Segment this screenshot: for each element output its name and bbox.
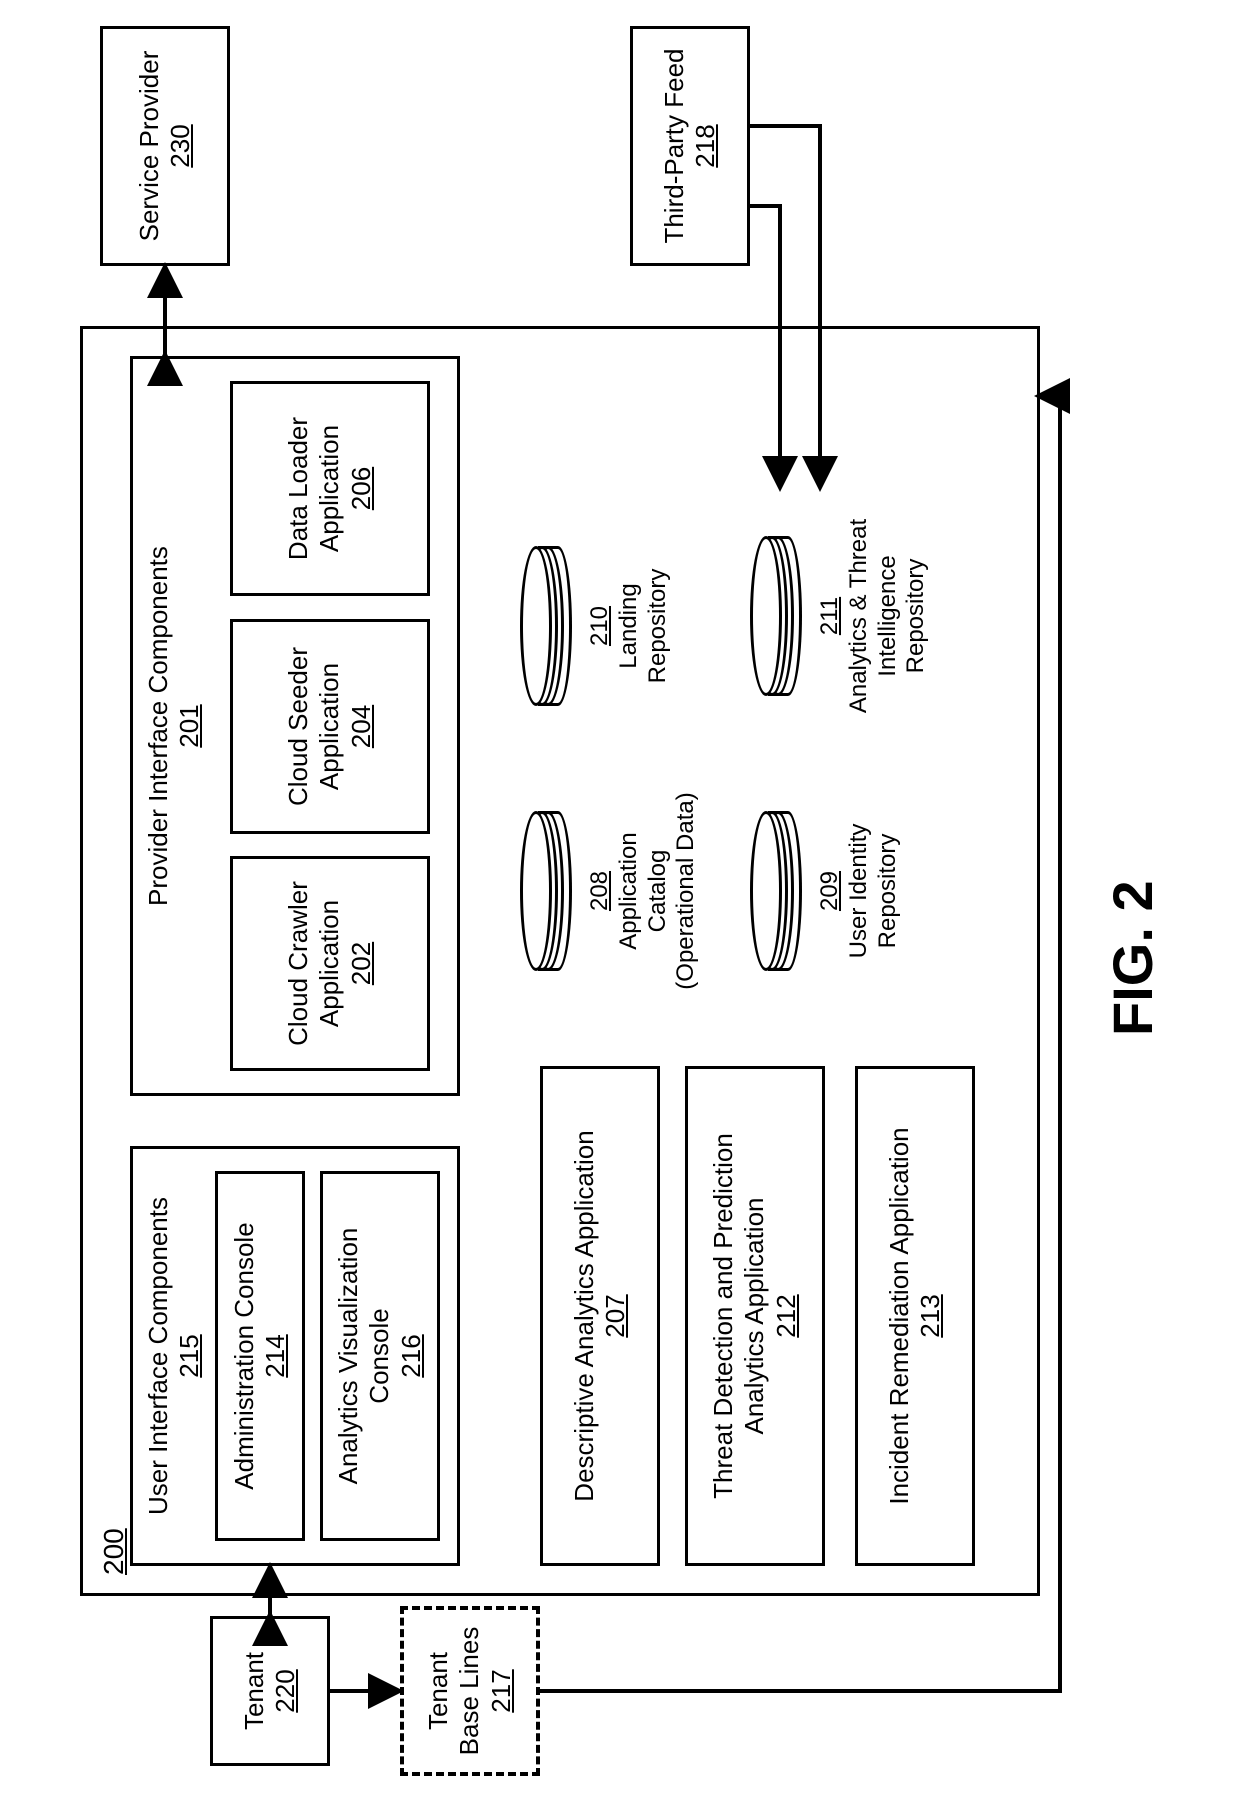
- incident-app: Incident Remediation Application 213: [855, 1066, 975, 1566]
- viz-l2: Console: [364, 1308, 395, 1403]
- sp-num: 230: [165, 124, 196, 167]
- db-identity: 209 User Identity Repository: [750, 776, 902, 1006]
- landing-l2: Repository: [644, 569, 671, 684]
- analytics-l2: Intelligence: [874, 555, 901, 676]
- loader-num: 206: [346, 467, 377, 510]
- crawler-l1: Cloud Crawler: [283, 881, 314, 1046]
- ui-title: User Interface Components: [143, 1197, 173, 1515]
- threat-app: Threat Detection and Prediction Analytic…: [685, 1066, 825, 1566]
- db-catalog: 208 Application Catalog (Operational Dat…: [520, 776, 701, 1006]
- catalog-num: 208: [586, 871, 613, 911]
- seeder-num: 204: [346, 705, 377, 748]
- landing-num: 210: [586, 606, 613, 646]
- landing-l1: Landing: [615, 583, 642, 668]
- prov-title: Provider Interface Components: [143, 546, 173, 906]
- tp-num: 218: [690, 124, 721, 167]
- catalog-l2: Catalog: [644, 850, 671, 933]
- identity-l1: User Identity: [845, 824, 872, 959]
- db-landing: 210 Landing Repository: [520, 526, 672, 726]
- prov-num: 201: [174, 704, 204, 747]
- catalog-l1: Application: [615, 832, 642, 949]
- tbl-num: 217: [486, 1669, 517, 1712]
- system-num: 200: [97, 1528, 131, 1575]
- seeder-l1: Cloud Seeder: [283, 647, 314, 806]
- crawler-app: Cloud Crawler Application 202: [230, 856, 430, 1071]
- catalog-l3: (Operational Data): [672, 792, 699, 989]
- viz-console: Analytics Visualization Console 216: [320, 1171, 440, 1541]
- admin-label: Administration Console: [229, 1222, 260, 1489]
- tp-label: Third-Party Feed: [659, 48, 690, 243]
- analytics-l3: Repository: [902, 559, 929, 674]
- sp-label: Service Provider: [134, 51, 165, 242]
- seeder-app: Cloud Seeder Application 204: [230, 619, 430, 834]
- analytics-num: 211: [816, 597, 843, 635]
- admin-num: 214: [260, 1334, 291, 1377]
- viz-num: 216: [396, 1334, 427, 1377]
- loader-l2: Application: [314, 425, 345, 552]
- threat-l1: Threat Detection and Prediction: [708, 1133, 739, 1499]
- seeder-l2: Application: [314, 663, 345, 790]
- tenant-box: Tenant 220: [210, 1616, 330, 1766]
- db-analytics: 211 Analytics & Threat Intelligence Repo…: [750, 496, 931, 736]
- loader-l1: Data Loader: [283, 417, 314, 560]
- third-party-box: Third-Party Feed 218: [630, 26, 750, 266]
- service-provider-box: Service Provider 230: [100, 26, 230, 266]
- incident-num: 213: [915, 1294, 946, 1337]
- crawler-num: 202: [346, 942, 377, 985]
- tenant-label: Tenant: [239, 1652, 270, 1730]
- figure-label: FIG. 2: [1100, 880, 1165, 1036]
- threat-num: 212: [771, 1294, 802, 1337]
- incident-label: Incident Remediation Application: [884, 1127, 915, 1504]
- tbl-l2: Base Lines: [454, 1627, 485, 1756]
- viz-l1: Analytics Visualization: [333, 1228, 364, 1485]
- desc-label: Descriptive Analytics Application: [569, 1130, 600, 1501]
- loader-app: Data Loader Application 206: [230, 381, 430, 596]
- crawler-l2: Application: [314, 900, 345, 1027]
- identity-l2: Repository: [874, 834, 901, 949]
- analytics-l1: Analytics & Threat: [845, 519, 872, 713]
- descriptive-app: Descriptive Analytics Application 207: [540, 1066, 660, 1566]
- admin-console: Administration Console 214: [215, 1171, 305, 1541]
- tenant-baselines-box: Tenant Base Lines 217: [400, 1606, 540, 1776]
- tbl-l1: Tenant: [423, 1652, 454, 1730]
- desc-num: 207: [600, 1294, 631, 1337]
- threat-l2: Analytics Application: [739, 1197, 770, 1434]
- identity-num: 209: [816, 871, 843, 911]
- tenant-num: 220: [270, 1669, 301, 1712]
- ui-num: 215: [174, 1334, 204, 1377]
